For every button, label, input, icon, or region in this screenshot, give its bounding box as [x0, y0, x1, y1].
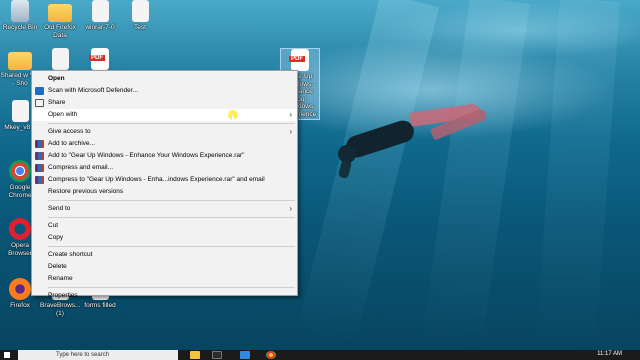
taskbar-clock[interactable]: 11:17 AM: [597, 350, 622, 359]
menu-item-label: Send to: [48, 205, 71, 212]
file-icon: [11, 100, 29, 122]
share-icon: [35, 99, 44, 107]
menu-item-scan-with-microsoft-defender[interactable]: Scan with Microsoft Defender...: [32, 85, 297, 97]
menu-item-label: Restore previous versions: [48, 188, 124, 195]
system-tray[interactable]: [548, 351, 588, 359]
pdf-icon: [89, 48, 109, 70]
menu-item-give-access-to[interactable]: Give access to ›: [32, 126, 297, 138]
desktop-icon-label: winrar-7-0: [85, 24, 115, 31]
menu-item-label: Scan with Microsoft Defender...: [48, 87, 138, 94]
pdf-icon: [289, 49, 309, 71]
file-icon: [91, 0, 109, 22]
firefox-icon: [9, 278, 31, 300]
menu-item-label: Rename: [48, 275, 73, 282]
windows-start-icon[interactable]: [4, 352, 10, 358]
desktop-icon-label: Recycle Bin: [2, 24, 38, 31]
light-ray: [421, 0, 530, 351]
menu-separator: [48, 287, 295, 288]
folder-icon: [8, 52, 32, 70]
chrome-taskbar-icon[interactable]: [266, 351, 276, 359]
desktop-icon-label: Firefox: [10, 302, 30, 309]
menu-item-send-to[interactable]: Send to ›: [32, 203, 297, 215]
taskbar-search-placeholder: Type here to search: [56, 352, 110, 358]
menu-item-label: Add to archive...: [48, 140, 95, 147]
menu-item-compress-and-email[interactable]: Compress and email...: [32, 162, 297, 174]
chevron-right-icon: ›: [289, 110, 292, 119]
desktop-icon-label: Old Firefox Data: [44, 24, 76, 39]
desktop-icon[interactable]: [80, 48, 120, 70]
menu-item-label: Open with: [48, 111, 78, 118]
menu-item-label: Copy: [48, 234, 64, 241]
opera-icon: [9, 218, 31, 240]
menu-item-add-to-archive[interactable]: Add to archive...: [32, 138, 297, 150]
menu-separator: [48, 123, 295, 124]
menu-item-label: Properties: [48, 292, 78, 299]
chevron-right-icon: ›: [289, 127, 292, 136]
menu-item-label: Cut: [48, 222, 59, 229]
menu-separator: [48, 200, 295, 201]
menu-item-cut[interactable]: Cut: [32, 220, 297, 232]
menu-item-label: Open: [48, 75, 65, 82]
menu-item-label: Create shortcut: [48, 251, 93, 258]
desktop-icon-label: BraveBrows... (1): [40, 302, 81, 317]
store-icon[interactable]: [240, 351, 250, 359]
menu-item-open[interactable]: Open: [32, 73, 297, 85]
chevron-right-icon: ›: [289, 204, 292, 213]
menu-item-compress-to-gear-up-windows-enha[interactable]: Compress to "Gear Up Windows - Enha...in…: [32, 174, 297, 186]
defender-icon: [35, 87, 44, 95]
taskbar-app-icon[interactable]: [212, 351, 222, 359]
menu-separator: [48, 217, 295, 218]
chrome-icon: [9, 160, 31, 182]
menu-item-label: Share: [48, 99, 66, 106]
menu-item-restore-previous-versions[interactable]: Restore previous versions: [32, 186, 297, 198]
desktop-icon-label: Test: [134, 24, 146, 31]
folder-icon: [48, 4, 72, 22]
desktop-icon[interactable]: Test: [120, 0, 160, 32]
menu-separator: [48, 246, 295, 247]
menu-item-label: Add to "Gear Up Windows - Enhance Your W…: [48, 152, 245, 159]
menu-item-label: Compress and email...: [48, 164, 114, 171]
menu-item-copy[interactable]: Copy: [32, 232, 297, 244]
mouse-cursor-icon: [228, 110, 238, 121]
menu-item-properties[interactable]: Properties: [32, 290, 297, 302]
menu-item-share[interactable]: Share: [32, 97, 297, 109]
menu-item-open-with[interactable]: Open with ›: [32, 109, 297, 121]
context-menu: Open Scan with Microsoft Defender... Share…: [31, 70, 298, 299]
desktop-icon[interactable]: [40, 48, 80, 70]
menu-item-label: Give access to: [48, 128, 91, 135]
file-icon: [131, 0, 149, 22]
winrar-icon: [35, 152, 44, 160]
menu-item-label: Delete: [48, 263, 67, 270]
desktop-icon[interactable]: winrar-7-0: [80, 0, 120, 32]
winrar-icon: [35, 164, 44, 172]
light-ray: [535, 0, 620, 352]
desktop-icon-label: forms filled: [84, 302, 116, 309]
desktop-icon[interactable]: Old Firefox Data: [40, 0, 80, 39]
menu-item-create-shortcut[interactable]: Create shortcut: [32, 249, 297, 261]
file-explorer-icon[interactable]: [190, 351, 200, 359]
taskbar: Type here to search 11:17 AM: [0, 350, 640, 360]
taskbar-search-box[interactable]: Type here to search: [18, 350, 178, 360]
file-icon: [51, 48, 69, 70]
recycle-bin-icon: [11, 0, 29, 22]
menu-item-delete[interactable]: Delete: [32, 261, 297, 273]
desktop-icon[interactable]: Recycle Bin: [0, 0, 40, 32]
menu-item-rename[interactable]: Rename: [32, 273, 297, 285]
winrar-icon: [35, 140, 44, 148]
menu-item-label: Compress to "Gear Up Windows - Enha...in…: [48, 176, 265, 183]
winrar-icon: [35, 176, 44, 184]
menu-item-add-to-gear-up-windows-enhance-y[interactable]: Add to "Gear Up Windows - Enhance Your W…: [32, 150, 297, 162]
